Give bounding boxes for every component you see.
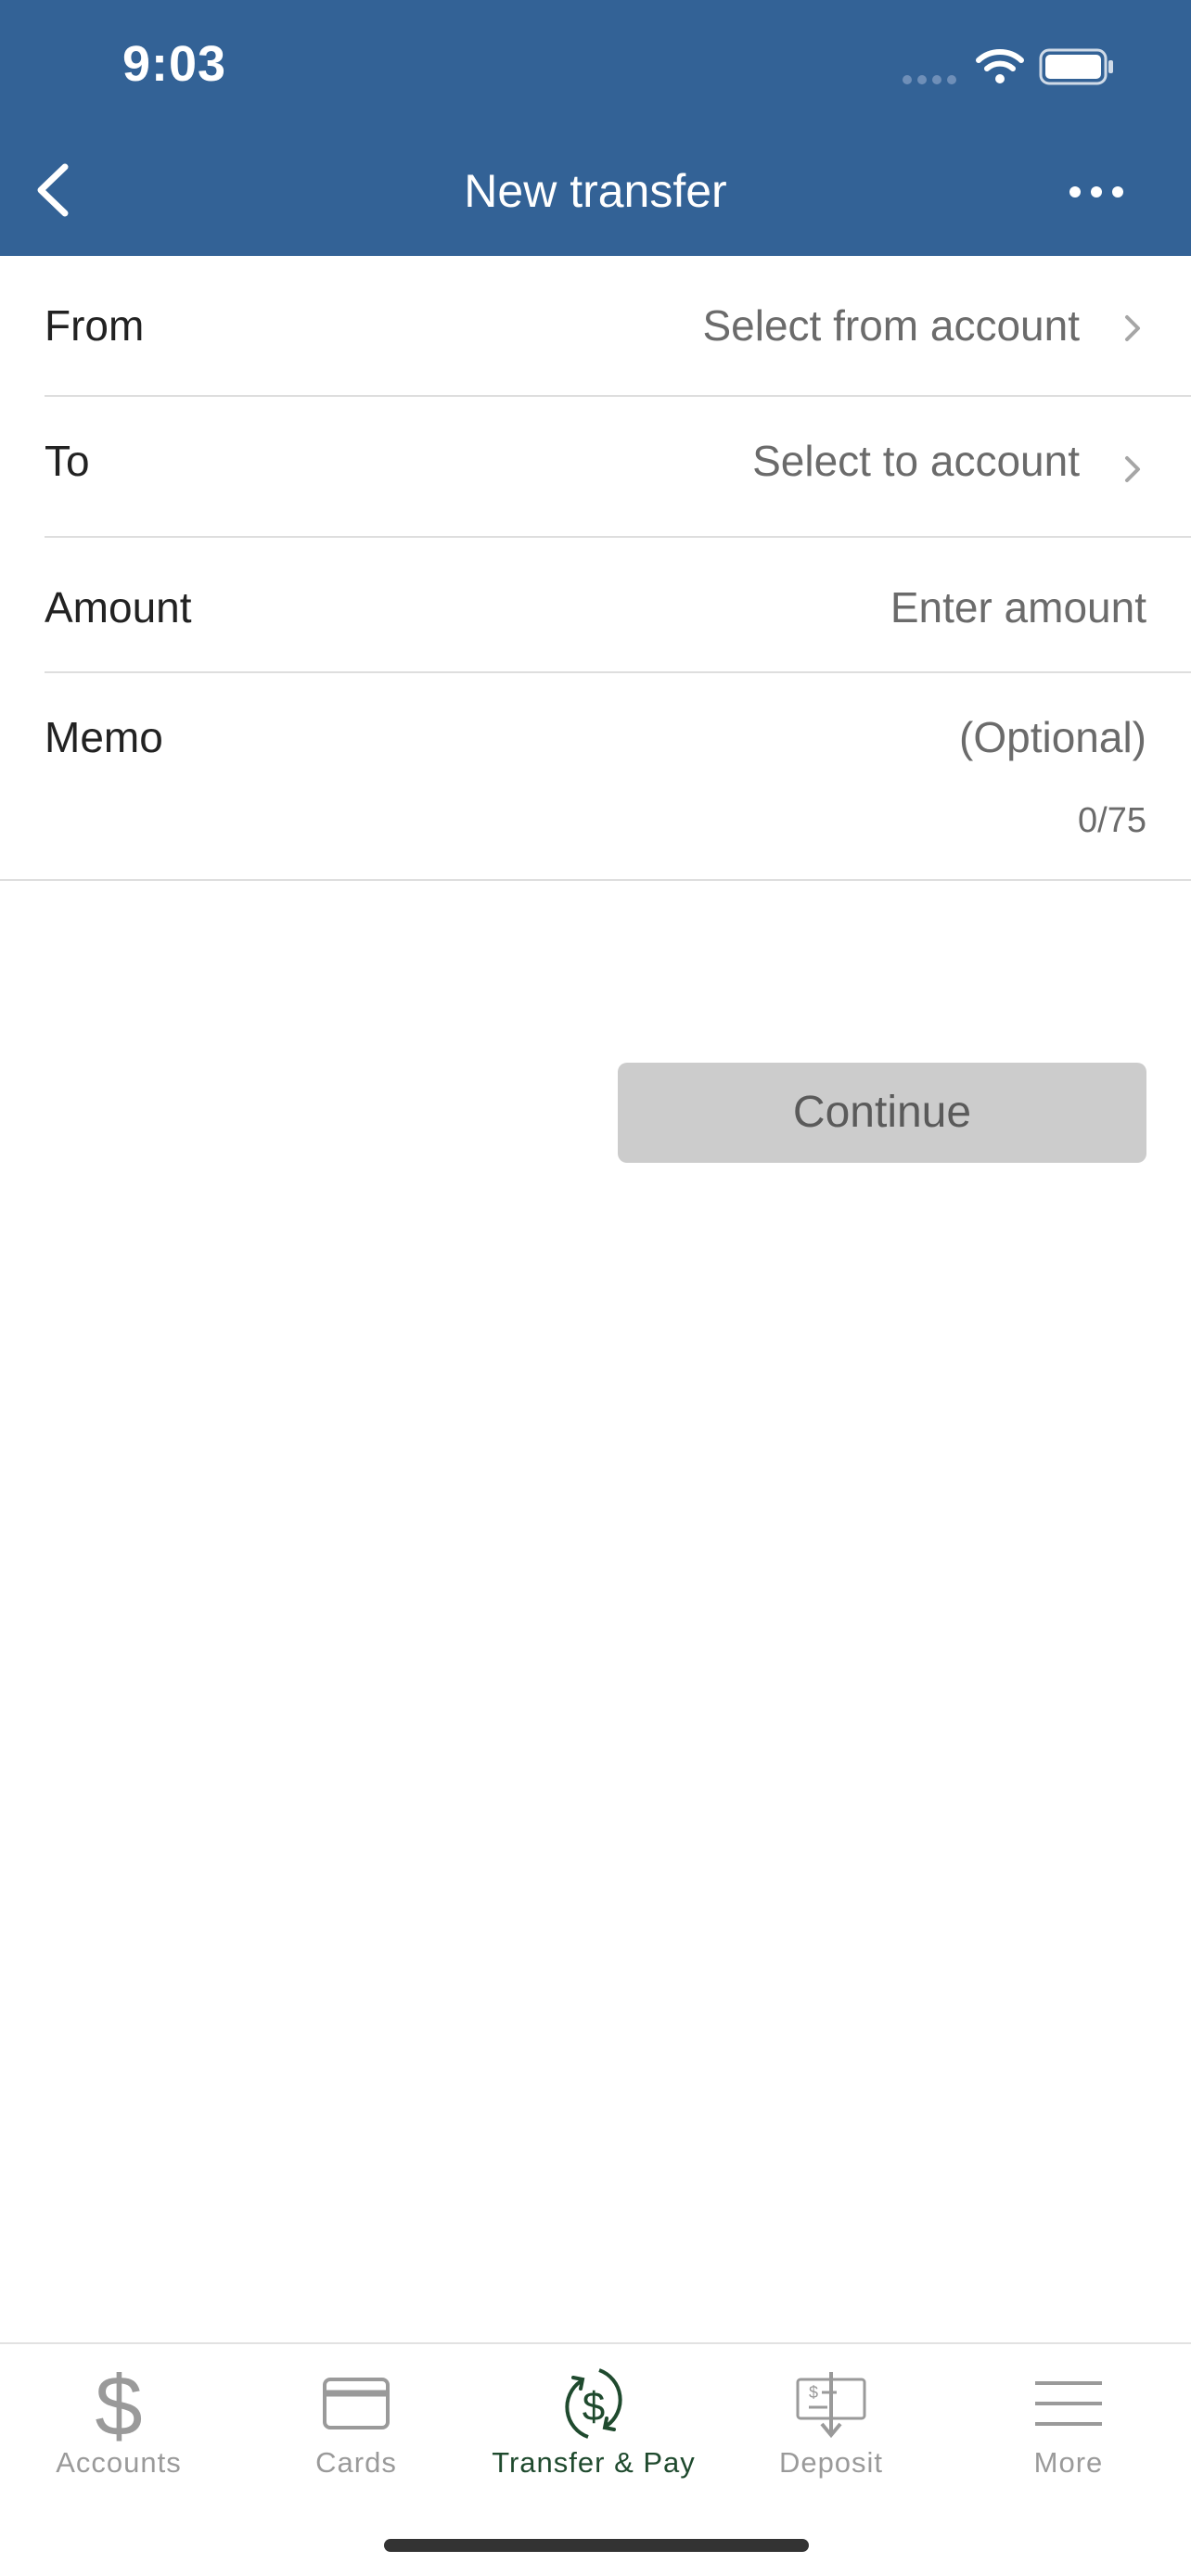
battery-icon xyxy=(1039,48,1113,85)
tab-more[interactable]: More xyxy=(950,2344,1187,2493)
svg-text:$: $ xyxy=(809,2383,818,2402)
status-time: 9:03 xyxy=(122,36,227,92)
cellular-signal-icon xyxy=(903,75,956,84)
card-icon xyxy=(323,2378,390,2429)
amount-input[interactable]: Enter amount xyxy=(890,582,1146,632)
from-account-value: Select from account xyxy=(702,301,1080,350)
home-indicator xyxy=(384,2539,809,2552)
svg-text:$: $ xyxy=(95,2365,142,2442)
tab-deposit[interactable]: $ Deposit xyxy=(712,2344,950,2493)
amount-label: Amount xyxy=(45,583,192,631)
check-deposit-icon: $ xyxy=(796,2372,866,2439)
to-account-value: Select to account xyxy=(752,437,1080,485)
new-transfer-screen: 9:03 New transfer From Select from accou… xyxy=(0,0,1191,2576)
transfer-dollar-icon: $ xyxy=(565,2368,622,2439)
tab-label: More xyxy=(1033,2446,1104,2479)
header: 9:03 New transfer xyxy=(0,0,1191,256)
tab-accounts[interactable]: $ Accounts xyxy=(0,2344,237,2493)
to-account-row[interactable]: To Select to account xyxy=(0,397,1191,536)
ellipsis-icon xyxy=(1069,186,1123,198)
chevron-right-icon xyxy=(1125,315,1140,341)
tab-label: Deposit xyxy=(778,2446,884,2479)
tab-label: Accounts xyxy=(56,2446,182,2479)
continue-button[interactable]: Continue xyxy=(618,1063,1146,1163)
svg-text:$: $ xyxy=(583,2384,605,2429)
memo-character-counter: 0/75 xyxy=(1078,801,1146,840)
memo-input[interactable]: (Optional) xyxy=(959,712,1146,762)
dollar-icon: $ xyxy=(95,2365,142,2442)
memo-label: Memo xyxy=(45,713,163,761)
amount-field-row[interactable]: Amount Enter amount xyxy=(0,538,1191,671)
tab-cards[interactable]: Cards xyxy=(237,2344,475,2493)
more-options-button[interactable] xyxy=(1057,159,1141,224)
tab-transfer-and-pay[interactable]: $ Transfer & Pay xyxy=(475,2344,712,2493)
from-label: From xyxy=(45,301,145,350)
chevron-right-icon xyxy=(1125,456,1140,482)
tab-label: Cards xyxy=(315,2446,397,2479)
tab-label: Transfer & Pay xyxy=(492,2446,696,2479)
memo-field-row[interactable]: Memo (Optional) 0/75 xyxy=(0,673,1191,881)
page-title: New transfer xyxy=(464,165,727,217)
wifi-icon xyxy=(976,49,1024,83)
divider xyxy=(0,879,1191,881)
to-label: To xyxy=(45,437,90,485)
from-account-row[interactable]: From Select from account xyxy=(0,256,1191,395)
menu-icon xyxy=(1035,2381,1102,2426)
